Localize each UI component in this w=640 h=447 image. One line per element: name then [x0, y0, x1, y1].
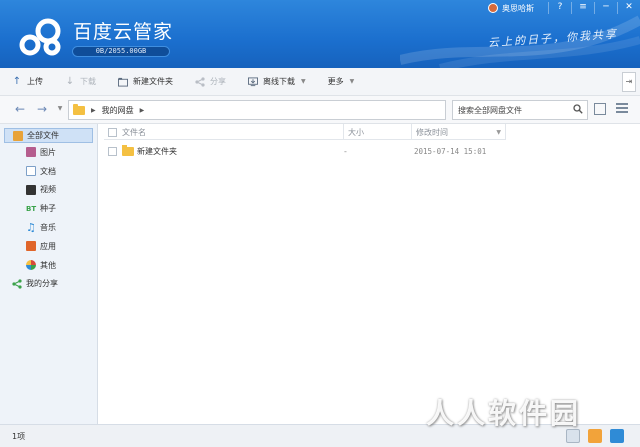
folder-icon	[73, 103, 85, 115]
document-icon	[26, 166, 36, 177]
share-icon	[195, 76, 205, 87]
window-controls: 奥思哈斯 ? ≡ ─ ✕	[488, 0, 640, 16]
video-icon	[26, 184, 36, 195]
back-arrow-icon[interactable]: ←	[12, 102, 28, 118]
sidebar-item-torrents[interactable]: BT 种子	[0, 199, 97, 218]
close-button[interactable]: ✕	[618, 0, 640, 16]
sidebar-item-apps[interactable]: 应用	[0, 237, 97, 256]
sidebar-item-label: 我的分享	[26, 279, 58, 289]
sidebar-item-music[interactable]: ♫ 音乐	[0, 218, 97, 237]
sidebar-item-label: 应用	[40, 241, 56, 251]
row-checkbox[interactable]	[108, 146, 117, 156]
user-account[interactable]: 奥思哈斯	[488, 3, 534, 14]
file-name-cell: 新建文件夹	[104, 144, 344, 157]
new-folder-icon	[118, 77, 128, 87]
sidebar-item-all-files[interactable]: 全部文件	[4, 128, 93, 143]
sidebar-item-my-shares[interactable]: 我的分享	[0, 275, 97, 294]
file-modified: 2015-07-14 15:01	[414, 146, 487, 156]
select-all-checkbox[interactable]	[108, 127, 117, 137]
upload-button[interactable]: ↑ 上传	[12, 72, 43, 92]
help-button[interactable]: ?	[549, 0, 571, 16]
sidebar-item-label: 视频	[40, 185, 56, 195]
toolbar: ↑ 上传 ↓ 下载 新建文件夹 分享 离线下载 ▼ 更多 ▼ ⇥	[0, 68, 640, 96]
lock-icon[interactable]	[610, 429, 624, 443]
breadcrumb-separator-icon[interactable]: ▶	[140, 107, 145, 114]
search-input[interactable]	[453, 101, 569, 119]
table-header: 文件名 大小 修改时间 ▼	[104, 124, 506, 140]
bt-icon: BT	[26, 204, 37, 213]
sidebar-item-documents[interactable]: 文档	[0, 162, 97, 181]
upload-arrow-icon: ↑	[12, 76, 22, 87]
column-modified-label: 修改时间	[416, 127, 448, 137]
all-files-icon	[13, 130, 23, 141]
table-row[interactable]: 新建文件夹 - 2015-07-14 15:01	[104, 143, 506, 159]
minimize-button[interactable]: ─	[595, 0, 617, 16]
app-icon	[26, 241, 36, 252]
new-folder-button[interactable]: 新建文件夹	[118, 72, 173, 92]
file-name[interactable]: 新建文件夹	[137, 146, 177, 157]
upload-label: 上传	[27, 77, 43, 86]
music-note-icon: ♫	[26, 220, 36, 234]
list-view-icon[interactable]	[616, 103, 628, 115]
offline-download-icon	[248, 76, 258, 87]
sidebar-item-label: 音乐	[40, 223, 56, 233]
breadcrumb-my-disk[interactable]: 我的网盘	[102, 105, 134, 116]
new-folder-label: 新建文件夹	[133, 77, 173, 86]
share-button[interactable]: 分享	[195, 72, 226, 92]
user-avatar-icon	[488, 3, 498, 13]
image-icon	[26, 147, 36, 158]
sort-chevron-icon[interactable]: ▼	[496, 129, 501, 136]
search-box	[452, 100, 588, 120]
app-title: 百度云管家	[73, 21, 174, 43]
offline-download-label: 离线下载	[263, 77, 295, 86]
sidebar-item-label: 文档	[40, 166, 56, 176]
user-name: 奥思哈斯	[502, 3, 534, 13]
upload-queue-icon[interactable]	[588, 429, 602, 443]
offline-download-button[interactable]: 离线下载 ▼	[248, 72, 306, 92]
baidu-cloud-logo	[19, 18, 61, 56]
share-label: 分享	[210, 77, 226, 86]
share-icon	[12, 279, 22, 289]
sidebar: 全部文件 图片 文档 视频 BT 种子 ♫ 音乐 应用 其他 我的分享	[0, 124, 98, 424]
breadcrumb: ▶ 我的网盘 ▶ ⟳	[68, 100, 508, 120]
sidebar-item-other[interactable]: 其他	[0, 256, 97, 275]
download-label: 下载	[80, 77, 96, 86]
column-modified[interactable]: 修改时间 ▼	[412, 124, 506, 140]
item-count: 1项	[12, 432, 26, 441]
chevron-down-icon: ▼	[349, 78, 355, 85]
collapse-panel-button[interactable]: ⇥	[622, 72, 636, 92]
history-dropdown-icon[interactable]: ▼	[52, 102, 68, 118]
sidebar-item-videos[interactable]: 视频	[0, 181, 97, 200]
forward-arrow-icon[interactable]: →	[34, 102, 50, 118]
sidebar-item-label: 图片	[40, 147, 56, 157]
sidebar-item-label: 种子	[40, 204, 56, 214]
folder-icon	[122, 144, 134, 156]
column-size-label: 大小	[348, 127, 364, 137]
column-name[interactable]: 文件名	[104, 124, 344, 140]
breadcrumb-separator-icon[interactable]: ▶	[91, 107, 96, 114]
download-button[interactable]: ↓ 下载	[65, 72, 96, 92]
address-bar: ← → ▼ ▶ 我的网盘 ▶ ⟳	[0, 96, 640, 124]
chevron-down-icon: ▼	[301, 78, 306, 85]
other-icon	[26, 260, 36, 271]
grid-view-icon[interactable]	[594, 103, 606, 115]
sidebar-item-label: 其他	[40, 260, 56, 270]
search-icon[interactable]	[573, 104, 583, 114]
column-name-label: 文件名	[122, 127, 146, 137]
more-button[interactable]: 更多 ▼	[328, 72, 355, 92]
download-arrow-icon: ↓	[65, 76, 75, 87]
file-list: 文件名 大小 修改时间 ▼ 新建文件夹 - 2015-07-14 15:01	[98, 124, 640, 424]
storage-quota: 0B/2055.00GB	[72, 46, 170, 57]
more-label: 更多	[327, 77, 344, 86]
watermark: 人人软件园	[426, 397, 582, 430]
app-header: 百度云管家 0B/2055.00GB 云上的日子，你我共享 奥思哈斯 ? ≡ ─…	[0, 0, 640, 68]
sidebar-item-images[interactable]: 图片	[0, 143, 97, 162]
sidebar-item-label: 全部文件	[27, 131, 59, 140]
column-size[interactable]: 大小	[344, 124, 412, 140]
menu-button[interactable]: ≡	[572, 0, 594, 16]
file-size: -	[344, 146, 347, 156]
